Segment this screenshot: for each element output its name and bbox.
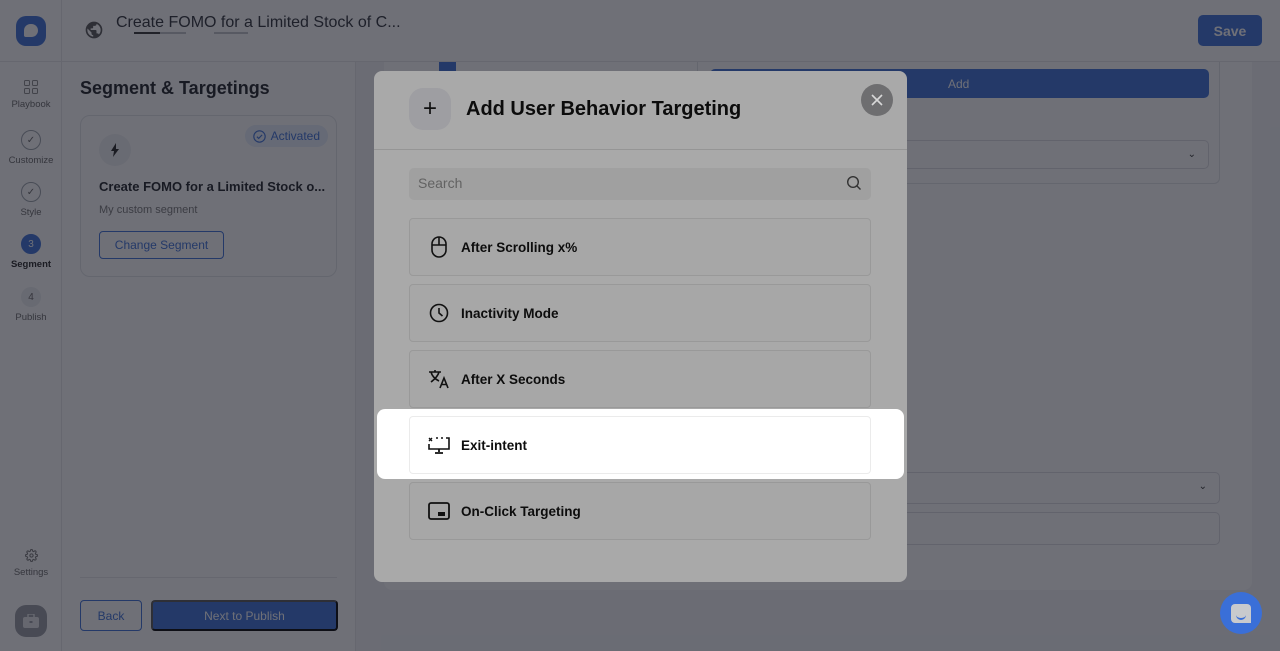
option-after-scrolling[interactable]: After Scrolling x% — [409, 218, 871, 276]
divider — [374, 149, 907, 150]
chat-launcher-button[interactable] — [1220, 592, 1262, 634]
translate-icon — [428, 368, 450, 390]
plus-icon: + — [409, 88, 451, 130]
chat-icon — [1231, 603, 1251, 623]
clock-icon — [428, 302, 450, 324]
option-label: On-Click Targeting — [461, 503, 581, 519]
picture-in-picture-icon — [428, 500, 450, 522]
add-targeting-modal: + Add User Behavior Targeting Search Aft… — [374, 71, 907, 582]
option-label: After X Seconds — [461, 371, 566, 387]
search-input[interactable] — [409, 168, 871, 200]
mouse-icon — [428, 236, 450, 258]
search-placeholder: Search — [418, 175, 463, 191]
option-label: Exit-intent — [461, 437, 527, 453]
option-inactivity-mode[interactable]: Inactivity Mode — [409, 284, 871, 342]
option-exit-intent[interactable]: Exit-intent — [409, 416, 871, 474]
close-icon — [871, 94, 883, 106]
option-label: After Scrolling x% — [461, 239, 578, 255]
option-after-x-seconds[interactable]: After X Seconds — [409, 350, 871, 408]
search-icon — [846, 175, 861, 190]
option-label: Inactivity Mode — [461, 305, 559, 321]
option-on-click-targeting[interactable]: On-Click Targeting — [409, 482, 871, 540]
modal-title: Add User Behavior Targeting — [466, 98, 742, 120]
close-button[interactable] — [861, 84, 893, 116]
exit-monitor-icon — [428, 434, 450, 456]
